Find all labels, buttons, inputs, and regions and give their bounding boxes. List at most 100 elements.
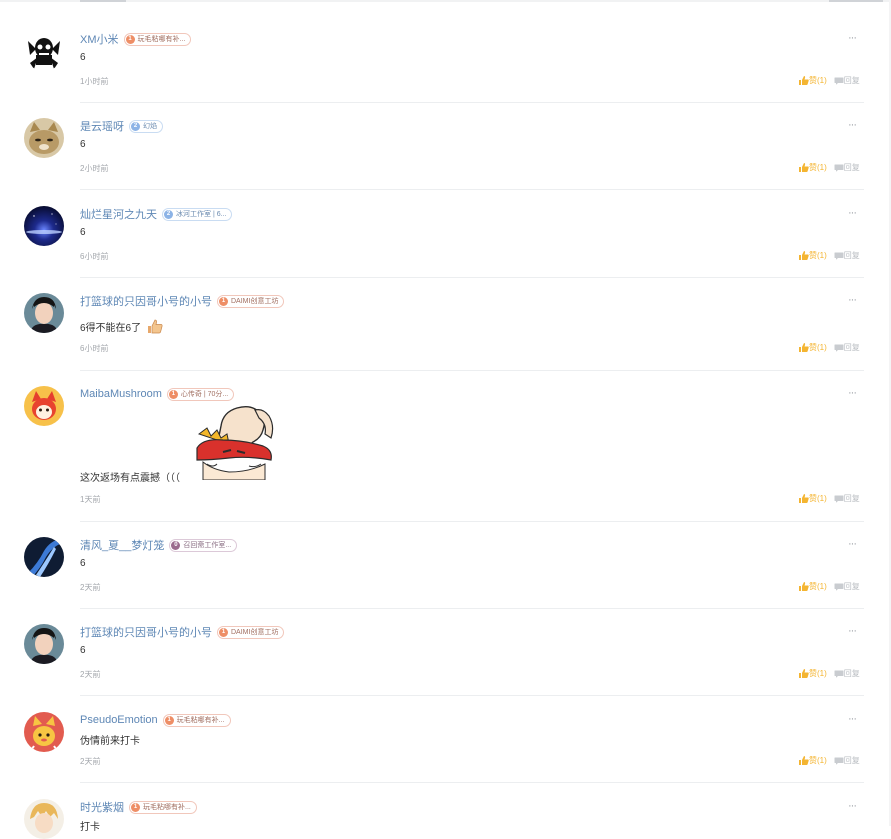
level-icon: 1 (131, 802, 140, 812)
username[interactable]: 打篮球的只因哥小号的小号 (80, 293, 212, 309)
more-options-icon[interactable]: ··· (848, 120, 857, 131)
comment-divider (80, 189, 864, 190)
username[interactable]: 清风_夏__梦灯笼 (80, 537, 164, 553)
like-button[interactable]: 赞(1) (799, 581, 827, 592)
comment-divider (80, 608, 864, 609)
username[interactable]: 打篮球的只因哥小号的小号 (80, 624, 212, 640)
comment-time: 1天前 (80, 495, 101, 504)
avatar[interactable] (24, 537, 64, 577)
avatar[interactable] (24, 293, 64, 333)
avatar[interactable] (24, 624, 64, 664)
reply-button[interactable]: 回复 (834, 668, 860, 679)
fan-badge[interactable]: 2 幻焰 (129, 119, 163, 133)
thumbs-up-icon (799, 494, 809, 503)
more-options-icon[interactable]: ··· (848, 626, 857, 637)
level-icon: 2 (164, 209, 173, 219)
more-options-icon[interactable]: ··· (848, 33, 857, 44)
comment-actions: 赞(1) 回复 (799, 75, 860, 86)
comment-time: 2天前 (80, 583, 101, 592)
thumbs-up-icon (799, 582, 809, 591)
avatar[interactable] (24, 31, 64, 71)
comment-header: 时光紫烟 1 玩毛粘哪有补... (80, 799, 197, 815)
reply-button[interactable]: 回复 (834, 162, 860, 173)
reply-label: 回复 (843, 163, 860, 172)
thumbs-up-icon (799, 669, 809, 678)
sort-tab-indicator (829, 0, 883, 2)
like-label: 赞(1) (809, 251, 827, 260)
reply-label: 回复 (843, 76, 860, 85)
comment-text-content: 6得不能在6了 (80, 323, 142, 334)
more-options-icon[interactable]: ··· (848, 801, 857, 812)
fan-badge[interactable]: 0 召回斋工作室... (169, 538, 238, 552)
comment-header: 打篮球的只因哥小号的小号 1 DAIMI创意工坊 (80, 293, 285, 309)
reply-icon (834, 757, 844, 765)
comment-divider (80, 695, 864, 696)
reply-icon (834, 344, 844, 352)
more-options-icon[interactable]: ··· (848, 388, 857, 399)
comment-text: 6 (80, 227, 86, 238)
reply-icon (834, 164, 844, 172)
comment-text: 6 (80, 52, 86, 63)
reply-label: 回复 (843, 251, 860, 260)
comment-actions: 赞(1) 回复 (799, 342, 860, 353)
reply-button[interactable]: 回复 (834, 342, 860, 353)
like-label: 赞(1) (809, 494, 827, 503)
avatar[interactable] (24, 206, 64, 246)
like-button[interactable]: 赞(1) (799, 668, 827, 679)
comment-time: 2小时前 (80, 164, 109, 173)
fan-badge[interactable]: 1 DAIMI创意工坊 (217, 625, 285, 639)
username[interactable]: PseudoEmotion (80, 714, 158, 726)
comment-header: 灿烂星河之九天 2 冰河工作室 | 6... (80, 206, 233, 222)
comment-actions: 赞(1) 回复 (799, 493, 860, 504)
reply-label: 回复 (843, 756, 860, 765)
like-button[interactable]: 赞(1) (799, 755, 827, 766)
username[interactable]: 时光紫烟 (80, 799, 124, 815)
comment-text: 6 (80, 558, 86, 569)
username[interactable]: MaibaMushroom (80, 388, 162, 400)
avatar[interactable] (24, 799, 64, 839)
fan-badge[interactable]: 1 玩毛粘哪有补... (129, 800, 197, 814)
comment-text: 6得不能在6了 (80, 319, 163, 334)
reply-button[interactable]: 回复 (834, 581, 860, 592)
reply-button[interactable]: 回复 (834, 755, 860, 766)
badge-label: 玩毛粘哪有补... (143, 804, 191, 811)
comment-actions: 赞(1) 回复 (799, 250, 860, 261)
like-button[interactable]: 赞(1) (799, 162, 827, 173)
like-button[interactable]: 赞(1) (799, 75, 827, 86)
reply-button[interactable]: 回复 (834, 493, 860, 504)
reply-button[interactable]: 回复 (834, 250, 860, 261)
fan-badge[interactable]: 1 DAIMI创意工坊 (217, 294, 285, 308)
comment-time: 6小时前 (80, 344, 109, 353)
more-options-icon[interactable]: ··· (848, 539, 857, 550)
more-options-icon[interactable]: ··· (848, 295, 857, 306)
more-options-icon[interactable]: ··· (848, 714, 857, 725)
sticker-image[interactable] (193, 404, 275, 480)
badge-label: 幻焰 (143, 123, 157, 130)
comment-header: 是云瑶呀 2 幻焰 (80, 118, 163, 134)
comment-time: 2天前 (80, 670, 101, 679)
top-tab-bar (0, 0, 891, 2)
reply-button[interactable]: 回复 (834, 75, 860, 86)
thumbs-up-icon (799, 251, 809, 260)
like-button[interactable]: 赞(1) (799, 250, 827, 261)
avatar[interactable] (24, 118, 64, 158)
comment-divider (80, 521, 864, 522)
comment-divider (80, 370, 864, 371)
like-button[interactable]: 赞(1) (799, 493, 827, 504)
avatar[interactable] (24, 712, 64, 752)
username[interactable]: 是云瑶呀 (80, 118, 124, 134)
comment-divider (80, 782, 864, 783)
fan-badge[interactable]: 1 玩毛粘哪有补... (162, 713, 231, 727)
like-label: 赞(1) (809, 582, 827, 591)
fan-badge[interactable]: 1 玩毛粘哪有补... (123, 32, 192, 46)
badge-label: 心传奇 | 70分... (180, 391, 229, 398)
fan-badge[interactable]: 1 心传奇 | 70分... (166, 387, 235, 401)
fan-badge[interactable]: 2 冰河工作室 | 6... (162, 207, 233, 221)
level-icon: 1 (164, 715, 174, 725)
username[interactable]: XM小米 (80, 31, 119, 47)
username[interactable]: 灿烂星河之九天 (80, 206, 157, 222)
like-button[interactable]: 赞(1) (799, 342, 827, 353)
avatar[interactable] (24, 386, 64, 426)
comment-text: 伪情前来打卡 (80, 736, 140, 747)
more-options-icon[interactable]: ··· (848, 208, 857, 219)
